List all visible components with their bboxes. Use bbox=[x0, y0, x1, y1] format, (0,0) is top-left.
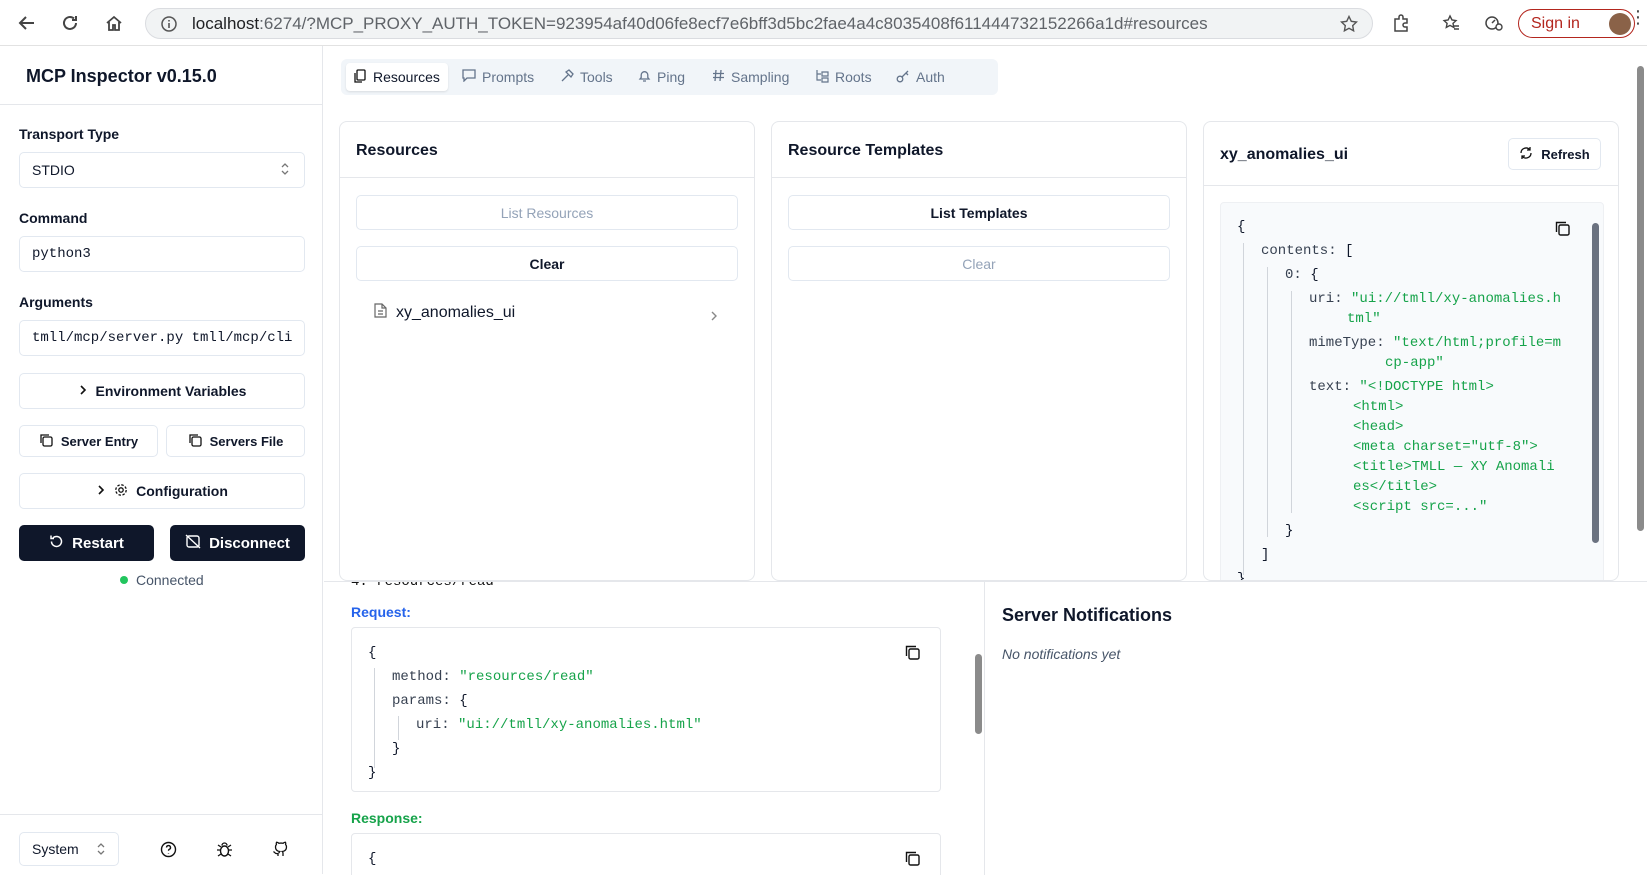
sidebar: MCP Inspector v0.15.0 Transport Type STD… bbox=[0, 46, 323, 874]
folder-tree-icon bbox=[815, 69, 829, 86]
resource-detail-card: xy_anomalies_ui Refresh { contents: [ 0:… bbox=[1203, 121, 1619, 581]
message-icon bbox=[462, 69, 476, 85]
notifications-title: Server Notifications bbox=[1002, 605, 1173, 625]
chevron-right-icon bbox=[710, 309, 718, 325]
main-tabs: Resources Prompts Tools Ping Sampling Ro… bbox=[341, 59, 998, 95]
connection-status: Connected bbox=[120, 572, 204, 588]
templates-title: Resource Templates bbox=[788, 142, 944, 159]
app-title: MCP Inspector v0.15.0 bbox=[26, 66, 217, 86]
command-label: Command bbox=[19, 210, 88, 226]
chevron-updown-icon bbox=[96, 842, 106, 859]
transport-label: Transport Type bbox=[19, 126, 120, 142]
resources-card: Resources List Resources Clear xy_anomal… bbox=[339, 121, 755, 581]
command-input[interactable]: python3 bbox=[19, 236, 305, 272]
home-icon[interactable] bbox=[103, 12, 125, 34]
favorites-icon[interactable] bbox=[1440, 12, 1462, 34]
avatar bbox=[1609, 13, 1631, 35]
bookmark-star-icon[interactable] bbox=[1339, 14, 1359, 36]
site-info-icon[interactable] bbox=[161, 16, 177, 35]
performance-icon[interactable] bbox=[1483, 12, 1505, 34]
copy-icon[interactable] bbox=[1555, 221, 1570, 241]
reload-icon[interactable] bbox=[59, 12, 81, 34]
notifications-panel: Server Notifications No notifications ye… bbox=[984, 582, 1647, 875]
refresh-button[interactable]: Refresh bbox=[1508, 138, 1601, 170]
tab-resources[interactable]: Resources bbox=[346, 63, 448, 91]
chevron-updown-icon bbox=[280, 162, 290, 179]
transport-select[interactable]: STDIO bbox=[19, 152, 305, 188]
github-icon[interactable] bbox=[272, 841, 289, 861]
bell-icon bbox=[638, 69, 651, 86]
tab-sampling[interactable]: Sampling bbox=[704, 63, 797, 91]
resources-title: Resources bbox=[356, 142, 438, 159]
request-label: Request: bbox=[351, 604, 411, 620]
detail-json-view: { contents: [ 0: { uri: "ui://tmll/xy-an… bbox=[1220, 202, 1604, 580]
list-templates-button[interactable]: List Templates bbox=[788, 195, 1170, 230]
back-icon[interactable] bbox=[16, 12, 38, 34]
detail-scrollbar[interactable] bbox=[1592, 223, 1599, 543]
chevron-right-icon bbox=[96, 483, 106, 499]
disconnect-button[interactable]: Disconnect bbox=[170, 525, 305, 561]
rotate-icon bbox=[49, 534, 64, 553]
bottom-panel: 4. resources/read Request: { method: "re… bbox=[324, 581, 1647, 875]
file-icon bbox=[374, 303, 387, 323]
copy-icon bbox=[39, 433, 53, 450]
sign-in-button[interactable]: Sign in bbox=[1518, 9, 1635, 38]
bug-icon[interactable] bbox=[216, 841, 233, 861]
copy-icon[interactable] bbox=[905, 851, 920, 871]
theme-select[interactable]: System bbox=[19, 832, 119, 866]
tab-tools[interactable]: Tools bbox=[552, 63, 621, 91]
extensions-icon[interactable] bbox=[1390, 12, 1412, 34]
servers-file-button[interactable]: Servers File bbox=[166, 425, 305, 457]
more-menu-icon[interactable]: ⋮ bbox=[1629, 8, 1647, 26]
tab-auth[interactable]: Auth bbox=[888, 63, 953, 91]
configuration-button[interactable]: Configuration bbox=[19, 473, 305, 509]
resource-item[interactable]: xy_anomalies_ui bbox=[374, 303, 515, 323]
clear-templates-button[interactable]: Clear bbox=[788, 246, 1170, 281]
hash-icon bbox=[712, 69, 725, 85]
copy-icon[interactable] bbox=[905, 645, 920, 665]
history-scrollbar[interactable] bbox=[975, 654, 982, 734]
copy-icon bbox=[188, 433, 202, 450]
hammer-icon bbox=[560, 68, 574, 86]
address-bar[interactable]: localhost:6274/?MCP_PROXY_AUTH_TOKEN=923… bbox=[145, 8, 1373, 39]
notifications-empty: No notifications yet bbox=[1002, 646, 1121, 662]
list-resources-button[interactable]: List Resources bbox=[356, 195, 738, 230]
key-icon bbox=[896, 69, 910, 86]
refresh-icon bbox=[1519, 146, 1533, 163]
files-icon bbox=[354, 68, 367, 86]
tab-prompts[interactable]: Prompts bbox=[454, 63, 542, 91]
browser-toolbar: localhost:6274/?MCP_PROXY_AUTH_TOKEN=923… bbox=[0, 0, 1647, 46]
history-entry[interactable]: 4. resources/read bbox=[351, 582, 494, 590]
arguments-input[interactable]: tmll/mcp/server.py tmll/mcp/cli bbox=[19, 320, 305, 356]
env-variables-button[interactable]: Environment Variables bbox=[19, 373, 305, 409]
server-entry-button[interactable]: Server Entry bbox=[19, 425, 158, 457]
detail-title: xy_anomalies_ui bbox=[1220, 146, 1349, 163]
response-label: Response: bbox=[351, 810, 423, 826]
url-text: localhost:6274/?MCP_PROXY_AUTH_TOKEN=923… bbox=[192, 13, 1208, 33]
tab-ping[interactable]: Ping bbox=[630, 63, 693, 91]
restart-button[interactable]: Restart bbox=[19, 525, 154, 561]
history-panel: 4. resources/read Request: { method: "re… bbox=[324, 582, 951, 875]
response-json-view: { bbox=[351, 833, 941, 875]
resource-templates-card: Resource Templates List Templates Clear bbox=[771, 121, 1187, 581]
help-icon[interactable] bbox=[160, 841, 177, 861]
tab-roots[interactable]: Roots bbox=[807, 63, 880, 91]
request-json-view: { method: "resources/read" params: { uri… bbox=[351, 627, 941, 792]
page-scrollbar[interactable] bbox=[1637, 66, 1644, 531]
arguments-label: Arguments bbox=[19, 294, 93, 310]
gear-icon bbox=[114, 483, 128, 500]
status-dot bbox=[120, 576, 128, 584]
chevron-right-icon bbox=[78, 383, 88, 399]
unplug-icon bbox=[185, 533, 201, 553]
clear-resources-button[interactable]: Clear bbox=[356, 246, 738, 281]
